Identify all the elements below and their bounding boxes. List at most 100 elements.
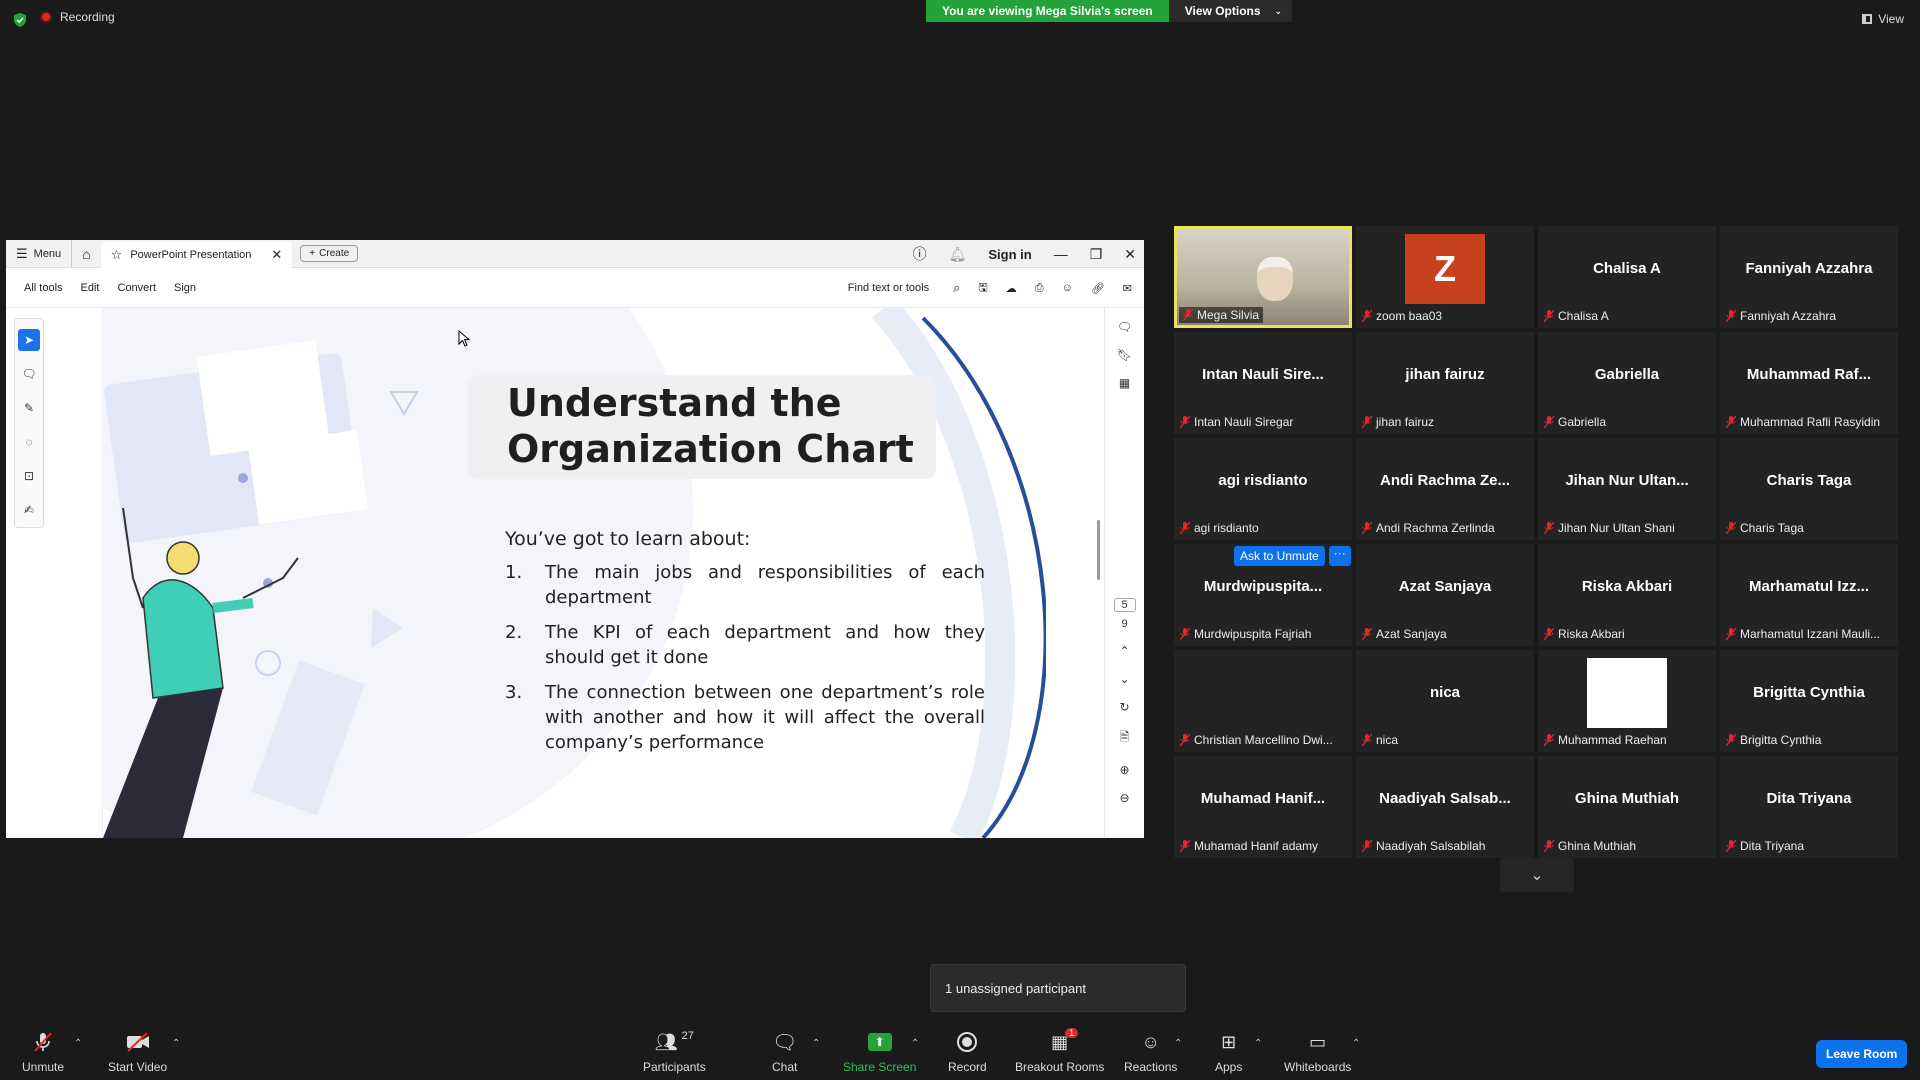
participant-tile[interactable]: Fanniyah Azzahra Fanniyah Azzahra [1720,226,1898,328]
participant-name: Mega Silvia [1197,308,1260,322]
signature-icon[interactable]: ✍︎ [18,499,40,521]
recording-indicator[interactable]: Recording [40,10,115,24]
video-options-caret[interactable]: ⌃ [172,1038,180,1049]
leave-room-button[interactable]: Leave Room [1816,1040,1908,1068]
participant-tile[interactable]: Naadiyah Salsab... Naadiyah Salsabilah [1356,756,1534,858]
menu-button[interactable]: ☰ Menu [6,240,71,267]
chat-options-caret[interactable]: ⌃ [812,1038,820,1049]
link-icon[interactable]: 🔗︎ [1091,282,1105,295]
participant-tile[interactable]: Chalisa A Chalisa A [1538,226,1716,328]
participant-name: Jihan Nur Ultan Shani [1558,521,1675,535]
participant-display-name: nica [1429,683,1460,701]
rotate-icon[interactable]: ↻ [1119,700,1129,714]
breakout-rooms-button[interactable]: ▦ 1 Breakout Rooms [1015,1028,1104,1074]
save-icon[interactable]: 🖫︎ [978,279,987,298]
text-box-icon[interactable]: ⊡ [18,465,40,487]
document-tab[interactable]: ☆ PowerPoint Presentation ✕ [100,241,293,268]
highlight-pen-icon[interactable]: ✎ [18,397,40,419]
participant-tile[interactable]: Brigitta Cynthia Brigitta Cynthia [1720,650,1898,752]
participant-tile[interactable]: Gabriella Gabriella [1538,332,1716,434]
zoom-out-icon[interactable]: ⊖ [1119,791,1129,805]
participants-button[interactable]: 👥︎ 27 Participants [643,1030,706,1074]
email-icon[interactable]: ✉︎ [1123,282,1132,295]
apps-button[interactable]: ⊞ Apps [1215,1030,1242,1075]
upload-cloud-icon[interactable]: ☁︎ [1006,282,1017,295]
unmute-button[interactable]: Unmute [22,1030,64,1074]
restore-icon[interactable]: ❐ [1090,246,1103,263]
participant-tile[interactable]: Intan Nauli Sire... Intan Nauli Siregar [1174,332,1352,434]
reactions-button[interactable]: ☺︎ Reactions [1124,1030,1177,1075]
view-button[interactable]: View [1862,12,1904,26]
ask-to-unmute-button[interactable]: Ask to Unmute [1234,546,1325,566]
search-icon: ⌕ [953,280,961,295]
close-window-icon[interactable]: ✕ [1124,246,1136,263]
participant-tile[interactable]: jihan fairuz jihan fairuz [1356,332,1534,434]
comment-icon[interactable]: 🗨︎ [18,363,40,385]
participant-label: nica [1362,733,1398,747]
thumbnails-icon[interactable]: ▦ [1119,376,1130,390]
unassigned-toast[interactable]: 1 unassigned participant [930,964,1186,1012]
audio-options-caret[interactable]: ⌃ [74,1038,82,1049]
participant-tile[interactable]: Andi Rachma Ze... Andi Rachma Zerlinda [1356,438,1534,540]
start-video-button[interactable]: Start Video [108,1030,167,1074]
participant-tile[interactable]: Mega Silvia [1174,226,1352,328]
reactions-options-caret[interactable]: ⌃ [1174,1038,1182,1049]
participant-tile[interactable]: Dita Triyana Dita Triyana [1720,756,1898,858]
whiteboards-options-caret[interactable]: ⌃ [1352,1038,1360,1049]
participant-tile[interactable]: Muhamad Hanif... Muhamad Hanif adamy [1174,756,1352,858]
record-dot-icon [40,11,52,23]
mouse-cursor-icon [458,330,471,347]
view-options-button[interactable]: View Options ⌄ [1168,0,1293,22]
participant-tile[interactable]: Riska Akbari Riska Akbari [1538,544,1716,646]
toolbar-edit[interactable]: Edit [81,282,100,294]
participant-tile[interactable]: Marhamatul Izz... Marhamatul Izzani Mauli… [1720,544,1898,646]
sign-in-button[interactable]: Sign in [988,247,1031,262]
print-icon[interactable]: ⎙ [1035,282,1044,295]
select-cursor-icon[interactable]: ➤ [18,329,40,351]
bookmark-icon[interactable]: 🔖︎ [1117,348,1132,362]
participant-name: nica [1376,733,1399,747]
toolbar-sign[interactable]: Sign [174,282,196,294]
page-scrollbar[interactable] [1097,520,1100,580]
zoom-in-icon[interactable]: ⊕ [1119,763,1129,777]
close-tab-icon[interactable]: ✕ [271,247,282,263]
whiteboards-button[interactable]: ▭ Whiteboards [1284,1030,1351,1075]
participant-tile[interactable]: Zzoom baa03 [1356,226,1534,328]
share-screen-button[interactable]: ⬆︎ Share Screen [843,1030,916,1074]
gallery-next-page-button[interactable]: ⌄ [1500,858,1574,892]
lasso-icon[interactable]: ◌ [18,431,40,453]
chevron-down-icon[interactable]: ⌄ [1119,672,1129,686]
pdf-page[interactable]: Understand the Organization Chart You’ve… [102,308,1046,838]
participant-tile[interactable]: Charis Taga Charis Taga [1720,438,1898,540]
share-options-caret[interactable]: ⌃ [911,1038,919,1049]
participant-tile[interactable]: agi risdianto agi risdianto [1174,438,1352,540]
chevron-up-icon[interactable]: ⌃ [1119,644,1129,658]
shared-screen[interactable]: ☰ Menu ⌂ ☆ PowerPoint Presentation ✕ + Cre… [6,240,1144,838]
participant-tile[interactable]: nica nica [1356,650,1534,752]
minimize-icon[interactable]: — [1054,246,1068,262]
participant-tile[interactable]: Ghina Muthiah Ghina Muthiah [1538,756,1716,858]
more-options-button[interactable]: ··· [1328,546,1351,566]
participant-tile[interactable]: Azat Sanjaya Azat Sanjaya [1356,544,1534,646]
participant-tile[interactable]: Christian Marcellino Dwi... [1174,650,1352,752]
participant-tile[interactable]: Jihan Nur Ultan... Jihan Nur Ultan Shani [1538,438,1716,540]
participant-tile[interactable]: Muhammad Raehan [1538,650,1716,752]
find-tools-input[interactable]: Find text or tools ⌕ [830,280,961,296]
share-icon[interactable]: ☺︎ [1062,282,1073,294]
page-fit-icon[interactable]: 🗎︎ [1120,728,1130,749]
participant-name: Marhamatul Izzani Mauli... [1740,627,1881,641]
record-button[interactable]: Record [948,1030,987,1074]
toolbar-all-tools[interactable]: All tools [24,282,63,294]
participant-display-name: Chalisa A [1593,259,1661,277]
toolbar-convert[interactable]: Convert [118,282,157,294]
participant-tile[interactable]: Muhammad Raf... Muhammad Rafli Rasyidin [1720,332,1898,434]
comments-panel-icon[interactable]: 🗨︎ [1117,320,1132,334]
chat-button[interactable]: 🗨︎ Chat [772,1030,797,1075]
home-button[interactable]: ⌂ [71,240,100,267]
apps-options-caret[interactable]: ⌃ [1254,1038,1262,1049]
page-number-box[interactable]: 5 [1113,598,1136,612]
security-shield-icon[interactable] [12,12,28,28]
bell-icon[interactable]: 🔔︎ [949,246,967,263]
create-button[interactable]: + Create [300,245,359,262]
help-icon[interactable]: ⓘ [913,244,927,264]
